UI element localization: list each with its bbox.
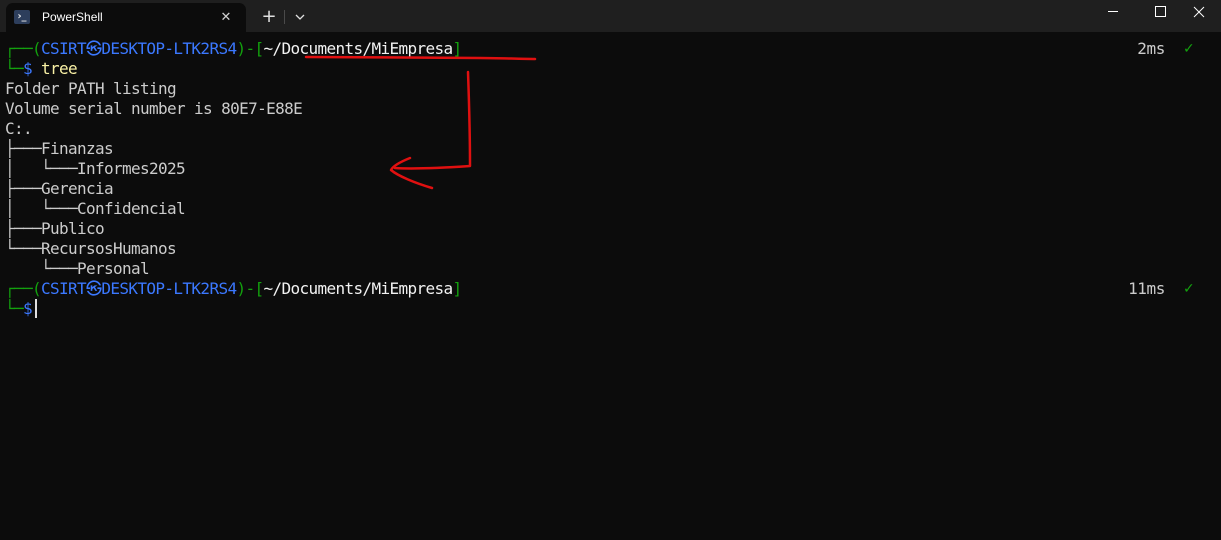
prompt-path: ~/Documents/MiEmpresa	[263, 39, 453, 58]
prompt-bracket: )-[	[236, 39, 264, 58]
minimize-icon	[1108, 11, 1118, 12]
terminal-output[interactable]: ┌──(CSIRT㉿DESKTOP-LTK2RS4)-[~/Documents/…	[0, 32, 1221, 540]
title-bar: ›_ PowerShell ✕ +	[0, 0, 1221, 32]
output-line: Volume serial number is 80E7-E88E	[5, 99, 303, 118]
prompt-bracket: )-[	[236, 279, 264, 298]
prompt-path: ~/Documents/MiEmpresa	[263, 279, 453, 298]
command-duration: 11ms	[1128, 279, 1165, 298]
prompt-separator: ㉿	[86, 39, 102, 58]
prompt-dollar: $	[23, 299, 33, 318]
tree-line: │ └───Confidencial	[5, 199, 186, 218]
tree-line: │ └───Informes2025	[5, 159, 186, 178]
prompt-line: ┌──(CSIRT㉿DESKTOP-LTK2RS4)-[~/Documents/…	[5, 39, 462, 59]
new-tab-button[interactable]: +	[256, 6, 282, 28]
tab-dropdown-button[interactable]	[287, 6, 313, 28]
close-window-button[interactable]	[1175, 0, 1221, 32]
close-tab-button[interactable]: ✕	[216, 8, 236, 28]
prompt-bracket-close: ]	[452, 39, 463, 58]
plus-icon: +	[261, 6, 277, 27]
prompt-separator: ㉿	[86, 279, 102, 298]
prompt-line: ┌──(CSIRT㉿DESKTOP-LTK2RS4)-[~/Documents/…	[5, 279, 462, 299]
prompt-host: DESKTOP-LTK2RS4	[101, 39, 237, 58]
close-icon: ✕	[220, 10, 232, 25]
tree-line: └───RecursosHumanos	[5, 239, 177, 258]
command-duration: 2ms	[1137, 39, 1165, 58]
minimize-button[interactable]	[1090, 0, 1136, 32]
command-line[interactable]: └─$	[5, 299, 38, 319]
divider	[284, 10, 285, 24]
prompt-corner: └─	[5, 59, 24, 78]
tab-title: PowerShell	[42, 10, 103, 24]
tree-line: ├───Finanzas	[5, 139, 114, 158]
close-icon	[1193, 6, 1205, 18]
prompt-corner: ┌──(	[5, 39, 42, 58]
prompt-bracket-close: ]	[452, 279, 463, 298]
success-check-icon: ✓	[1183, 41, 1195, 57]
output-line: Folder PATH listing	[5, 79, 177, 98]
tree-line: ├───Gerencia	[5, 179, 114, 198]
success-check-icon: ✓	[1183, 281, 1195, 297]
prompt-user: CSIRT	[41, 279, 87, 298]
tab-powershell[interactable]: ›_ PowerShell ✕	[6, 3, 246, 32]
command-line: └─$ tree	[5, 59, 78, 79]
prompt-dollar: $	[23, 59, 33, 78]
tree-line: └───Personal	[5, 259, 150, 278]
powershell-icon: ›_	[14, 10, 30, 24]
prompt-user: CSIRT	[41, 39, 87, 58]
prompt-corner: └─	[5, 299, 24, 318]
command-text: tree	[41, 59, 78, 78]
prompt-corner: ┌──(	[5, 279, 42, 298]
chevron-down-icon	[295, 14, 305, 20]
output-line: C:.	[5, 119, 33, 138]
text-cursor	[35, 299, 38, 318]
tree-line: ├───Publico	[5, 219, 105, 238]
prompt-host: DESKTOP-LTK2RS4	[101, 279, 237, 298]
